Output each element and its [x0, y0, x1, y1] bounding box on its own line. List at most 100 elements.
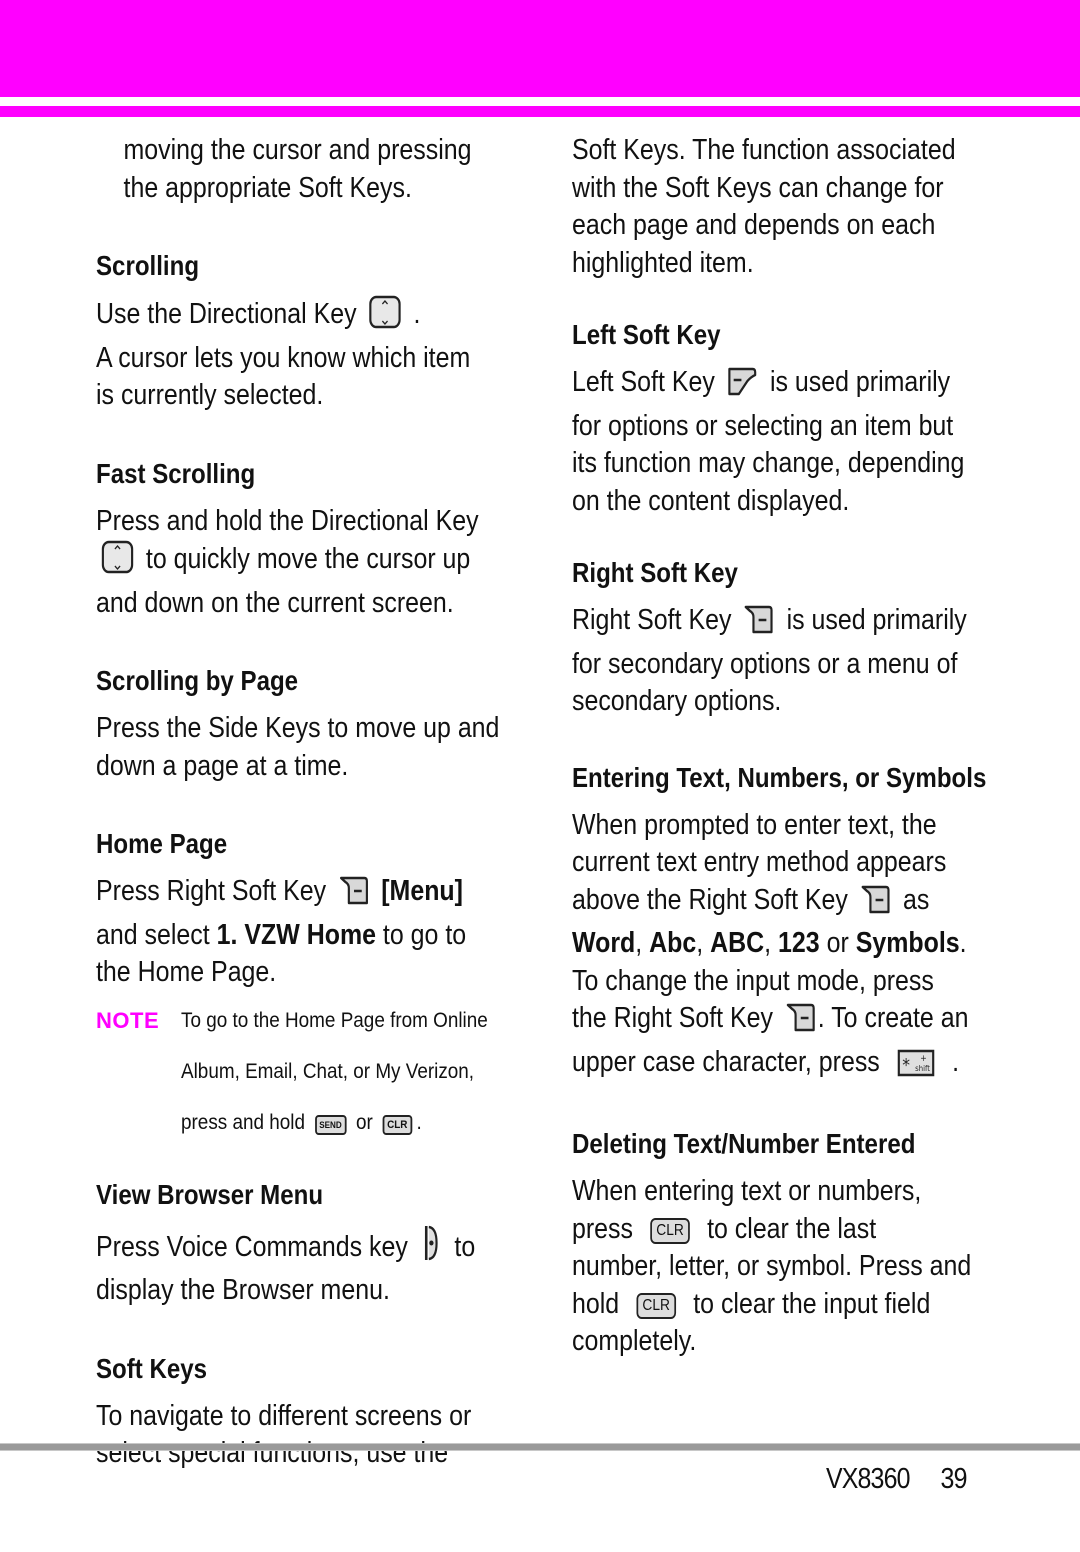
home-page-text: Press Right Soft Key [Menu] — [96, 873, 535, 917]
star-shift-key-icon: * + shift — [897, 1049, 935, 1088]
left-soft-key-text: Left Soft Key is used primarily — [572, 364, 1011, 408]
deleting-text-text: completely. — [572, 1325, 697, 1357]
left-column: moving the cursor and pressing the appro… — [96, 130, 536, 1473]
section-title-entering-text: Entering Text, Numbers, or Symbols — [572, 761, 987, 793]
note-label: NOTE — [96, 1007, 160, 1033]
menu-label: [Menu] — [381, 875, 463, 907]
section-title-home-page: Home Page — [96, 828, 228, 859]
text: is used primarily — [769, 366, 951, 398]
text: is used primarily — [786, 604, 967, 636]
text: hold — [572, 1287, 620, 1320]
text: . — [959, 927, 967, 959]
footer-rule — [0, 1443, 1080, 1451]
text: , — [635, 927, 650, 959]
intro-line: the appropriate Soft Keys. — [123, 171, 412, 204]
section-title-soft-keys: Soft Keys — [96, 1352, 208, 1384]
section-title-left-soft-key: Left Soft Key — [572, 319, 721, 350]
clr-key-icon: CLR — [636, 1292, 676, 1319]
svg-text:*: * — [902, 1053, 910, 1074]
view-browser-text: Press Voice Commands key to — [96, 1224, 535, 1273]
entering-text-text: upper case character, press * + shift . — [572, 1044, 1011, 1088]
left-soft-key-text: for options or selecting an item but — [572, 409, 954, 442]
text: . — [952, 1045, 960, 1078]
clr-key-icon: CLR — [382, 1114, 412, 1135]
text: upper case character, press — [572, 1045, 880, 1078]
entering-text-text: the Right Soft Key . To create an — [572, 1000, 1011, 1044]
page-number: 39 — [940, 1463, 968, 1495]
text: Right Soft Key — [572, 604, 732, 636]
scrolling-by-page-text: Press the Side Keys to move up and — [96, 712, 500, 744]
intro-line: moving the cursor and pressing — [123, 134, 472, 166]
entering-text-text: When prompted to enter text, the — [572, 808, 937, 841]
mode-123: 123 — [778, 927, 820, 959]
header-band — [0, 0, 1080, 97]
directional-key-icon — [101, 540, 134, 585]
scrolling-text: A cursor lets you know which item — [96, 341, 471, 374]
text: to clear the last — [707, 1212, 877, 1245]
home-page-text: and select 1. VZW Home to go to — [96, 917, 535, 955]
text: . To create an — [817, 1002, 969, 1034]
right-soft-key-icon — [785, 1001, 816, 1044]
right-soft-key-text: for secondary options or a menu of — [572, 647, 958, 680]
entering-text-modes: Word, Abc, ABC, 123 or Symbols. — [572, 925, 1011, 963]
note-text: To go to the Home Page from Online — [181, 1008, 488, 1032]
note-block: NOTE To go to the Home Page from Online … — [96, 1006, 536, 1138]
mode-symbols: Symbols — [855, 927, 960, 959]
view-browser-text: display the Browser menu. — [96, 1274, 390, 1306]
text: to — [454, 1230, 476, 1263]
section-title-fast-scrolling: Fast Scrolling — [96, 457, 256, 489]
left-soft-key-text: its function may change, depending — [572, 447, 965, 479]
section-title-right-soft-key: Right Soft Key — [572, 557, 738, 588]
send-key-icon: SEND — [314, 1114, 347, 1135]
text: or — [819, 927, 856, 959]
model-name: VX8360 — [826, 1463, 910, 1495]
fast-scrolling-text: to quickly move the cursor up — [96, 540, 535, 585]
section-title-scrolling-by-page: Scrolling by Page — [96, 665, 299, 696]
text: press — [572, 1212, 633, 1245]
mode-word: Word — [572, 927, 636, 959]
text: . — [413, 298, 421, 330]
note-text: Album, Email, Chat, or My Verizon, — [181, 1059, 475, 1083]
left-soft-key-text: on the content displayed. — [572, 484, 850, 517]
text: to quickly move the cursor up — [145, 543, 471, 575]
home-page-text: the Home Page. — [96, 956, 277, 988]
deleting-text-text: When entering text or numbers, — [572, 1175, 922, 1207]
text: to clear the input field — [693, 1287, 931, 1320]
header-rule — [0, 106, 1080, 117]
section-title-view-browser-menu: View Browser Menu — [96, 1178, 324, 1210]
soft-keys-cont-text: with the Soft Keys can change for — [572, 171, 944, 204]
soft-keys-cont-text: each page and depends on each — [572, 209, 936, 241]
entering-text-text: above the Right Soft Key as — [572, 882, 1011, 926]
text: as — [903, 883, 930, 916]
text: , — [696, 927, 711, 959]
svg-text:+: + — [920, 1052, 926, 1063]
deleting-text-text: press CLR to clear the last — [572, 1211, 1011, 1249]
mode-abc-caps: ABC — [710, 927, 765, 959]
section-title-scrolling: Scrolling — [96, 250, 200, 281]
scrolling-by-page-text: down a page at a time. — [96, 749, 349, 782]
text: to go to — [375, 918, 467, 951]
fast-scrolling-text: Press and hold the Directional Key — [96, 504, 479, 537]
text: Left Soft Key — [572, 366, 715, 398]
text: Press Voice Commands key — [96, 1230, 408, 1263]
text: and select — [96, 918, 217, 951]
section-title-deleting-text: Deleting Text/Number Entered — [572, 1128, 916, 1159]
text: or — [356, 1110, 373, 1134]
soft-keys-text: select special functions, use the — [96, 1437, 449, 1469]
text: the Right Soft Key — [572, 1002, 774, 1034]
text: above the Right Soft Key — [572, 883, 848, 916]
fast-scrolling-text: and down on the current screen. — [96, 586, 454, 619]
directional-key-icon — [369, 295, 402, 340]
soft-keys-cont-text: highlighted item. — [572, 246, 754, 279]
scrolling-text: Use the Directional Key . — [96, 295, 535, 340]
right-soft-key-icon — [744, 603, 775, 646]
menu-item-label: 1. VZW Home — [216, 918, 376, 951]
right-soft-key-icon — [338, 874, 369, 917]
scrolling-text: is currently selected. — [96, 379, 324, 411]
soft-keys-text: To navigate to different screens or — [96, 1399, 472, 1432]
clr-key-icon: CLR — [650, 1217, 690, 1244]
right-soft-key-text: secondary options. — [572, 685, 782, 717]
text: , — [764, 927, 779, 959]
page-footer: VX8360 39 — [826, 1463, 967, 1496]
mode-abc: Abc — [649, 927, 697, 959]
